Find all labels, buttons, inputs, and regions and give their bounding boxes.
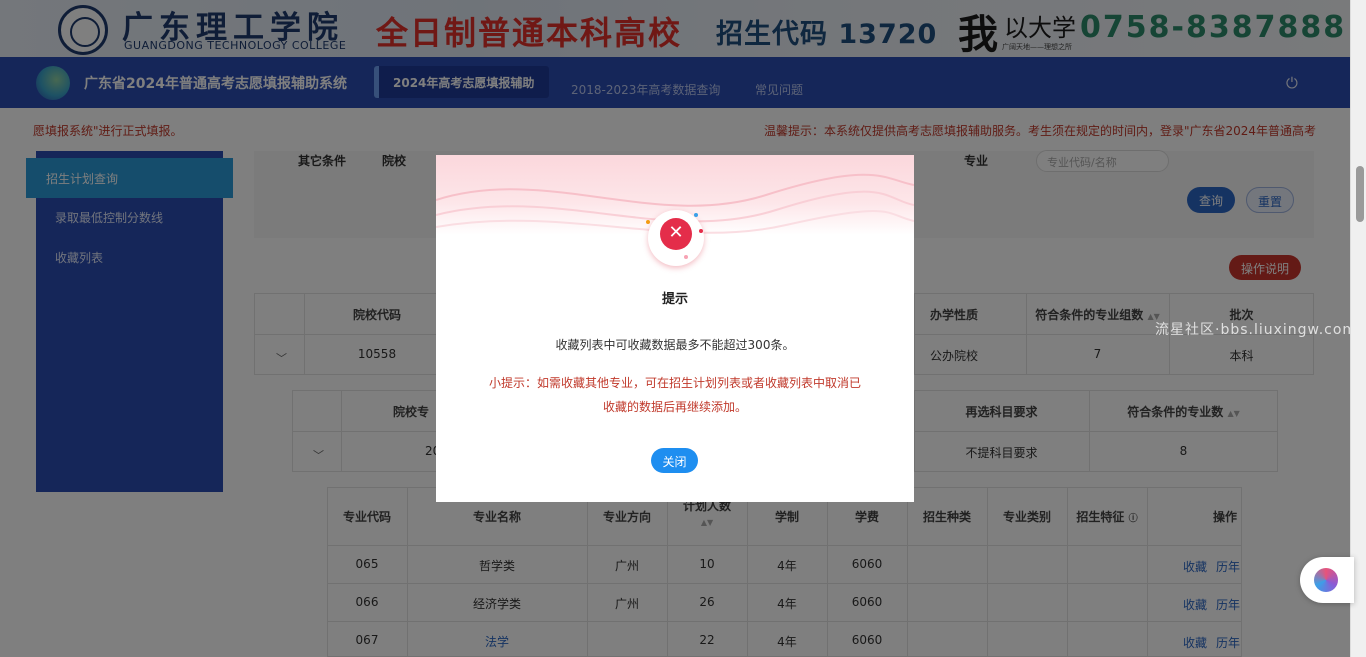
sparkle-icon [646,220,650,224]
brain-icon [1314,568,1338,592]
dialog-title: 提示 [661,292,688,307]
error-icon: ✕ [660,218,692,250]
scrollbar-thumb[interactable] [1356,166,1364,222]
dialog-tip: 小提示：如需收藏其他专业，可在招生计划列表或者收藏列表中取消已 收藏的数据后再继… [476,371,874,419]
dialog-tip-line1: 小提示：如需收藏其他专业，可在招生计划列表或者收藏列表中取消已 [488,376,861,390]
sparkle-icon [699,229,703,233]
dialog-message: 收藏列表中可收藏数据最多不能超过300条。 [555,338,795,352]
close-button[interactable]: 关闭 [651,448,698,473]
sparkle-icon [694,213,698,217]
alert-dialog: ✕ 提示 收藏列表中可收藏数据最多不能超过300条。 小提示：如需收藏其他专业，… [436,155,914,502]
watermark: 流星社区·bbs.liuxingw.com [1155,322,1358,338]
dialog-tip-line2: 收藏的数据后再继续添加。 [602,400,747,414]
sparkle-icon [684,255,688,259]
ai-assistant-button[interactable] [1300,557,1354,603]
